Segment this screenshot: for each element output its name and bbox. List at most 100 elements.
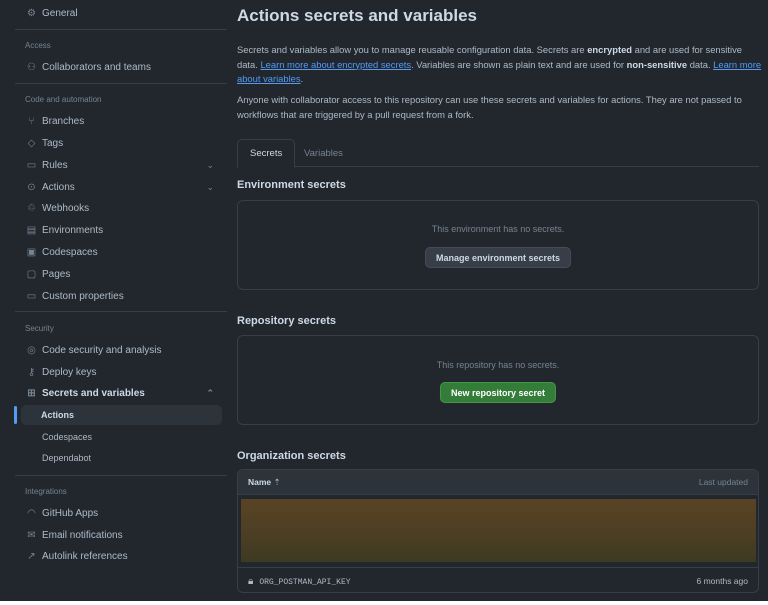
text-bold: encrypted (587, 44, 633, 55)
chevron-down-icon: ⌄ (206, 159, 214, 170)
label: Autolink references (42, 550, 128, 562)
environment-secrets-box: This environment has no secrets. Manage … (237, 200, 759, 290)
repository-secrets-box: This repository has no secrets. New repo… (237, 335, 759, 425)
chevron-down-icon: ⌄ (206, 181, 214, 192)
branch-icon: ⑂ (28, 115, 35, 127)
sidebar-item-general[interactable]: ⚙ General (14, 3, 222, 23)
apps-icon: ◠ (27, 507, 36, 519)
sidebar-item-actions[interactable]: ⊙ Actions ⌄ (14, 177, 222, 197)
tab-variables[interactable]: Variables (292, 139, 355, 167)
mail-icon: ✉ (27, 529, 36, 541)
server-icon: ▤ (26, 224, 37, 236)
section-header-security: Security (25, 324, 54, 333)
sidebar-item-collaborators[interactable]: ⚇ Collaborators and teams (14, 57, 222, 77)
section-header-integrations: Integrations (25, 487, 67, 496)
secret-name: ORG_POSTMAN_API_KEY (259, 577, 351, 587)
repository-secrets-heading: Repository secrets (237, 315, 337, 327)
sidebar-item-branches[interactable]: ⑂ Branches (14, 111, 222, 131)
codespaces-icon: ▣ (26, 246, 37, 258)
label: Branches (42, 115, 85, 127)
sidebar-item-pages[interactable]: ▢ Pages (14, 264, 222, 284)
sidebar-item-tags[interactable]: ◇ Tags (14, 133, 222, 153)
label: Actions (42, 181, 75, 193)
label: Collaborators and teams (42, 61, 151, 73)
environment-secrets-heading: Environment secrets (237, 179, 346, 191)
learn-secrets-link[interactable]: Learn more about encrypted secrets (260, 59, 411, 70)
divider (15, 83, 227, 84)
sidebar-item-autolink[interactable]: ↗ Autolink references (14, 546, 222, 566)
divider (15, 311, 227, 312)
sidebar-subitem-actions[interactable]: Actions (21, 405, 222, 425)
label: Custom properties (42, 290, 124, 302)
sidebar-item-github-apps[interactable]: ◠ GitHub Apps (14, 503, 222, 523)
manage-environment-secrets-button[interactable]: Manage environment secrets (424, 247, 572, 268)
label: Environments (42, 224, 104, 236)
asterisk-box-icon: ⊞ (27, 387, 36, 399)
sidebar-subitem-dependabot[interactable]: Dependabot (14, 448, 222, 468)
note-icon: ▭ (26, 290, 37, 302)
sidebar-item-codespaces[interactable]: ▣ Codespaces (14, 242, 222, 262)
sidebar-item-email[interactable]: ✉ Email notifications (14, 525, 222, 545)
label: Deploy keys (42, 366, 97, 378)
empty-message: This environment has no secrets. (431, 224, 565, 234)
column-last-updated: Last updated (698, 477, 748, 487)
divider (15, 475, 227, 476)
autolink-icon: ↗ (27, 550, 36, 562)
rules-icon: ▭ (26, 159, 37, 171)
section-header-code: Code and automation (25, 95, 102, 104)
play-icon: ⊙ (27, 181, 36, 193)
label: Email notifications (42, 529, 123, 541)
webhook-icon: ♲ (27, 202, 36, 214)
text-bold: non-sensitive (626, 58, 688, 70)
organization-secrets-heading: Organization secrets (237, 450, 346, 462)
label: Tags (42, 137, 64, 149)
sidebar-item-deploy-keys[interactable]: ⚷ Deploy keys (14, 362, 222, 382)
tab-secrets[interactable]: Secrets (237, 139, 296, 168)
table-header: Name ⇡ Last updated (238, 470, 758, 495)
sidebar-item-webhooks[interactable]: ♲ Webhooks (14, 198, 222, 218)
sidebar-item-custom-properties[interactable]: ▭ Custom properties (14, 286, 222, 306)
tag-icon: ◇ (27, 137, 36, 149)
people-icon: ⚇ (27, 61, 36, 73)
page-title: Actions secrets and variables (237, 6, 478, 25)
label: Codespaces (42, 246, 98, 258)
sidebar-item-rules[interactable]: ▭ Rules ⌄ (14, 155, 222, 175)
divider (15, 29, 227, 30)
sidebar-subitem-codespaces[interactable]: Codespaces (14, 427, 222, 447)
label: General (42, 7, 78, 19)
text: . Variables are shown as plain text and … (411, 58, 627, 70)
text: . (300, 73, 304, 85)
codescan-icon: ◎ (27, 344, 36, 356)
text: data. (687, 58, 714, 70)
section-header-access: Access (25, 41, 51, 50)
label: Code security and analysis (42, 344, 162, 356)
text: Secrets and variables allow you to manag… (237, 44, 588, 55)
label: Rules (42, 159, 68, 171)
label: Pages (42, 268, 71, 280)
last-updated: 6 months ago (696, 576, 748, 586)
new-repository-secret-button[interactable]: New repository secret (439, 382, 557, 403)
sidebar-item-code-security[interactable]: ◎ Code security and analysis (14, 340, 222, 360)
label: GitHub Apps (42, 507, 99, 519)
table-row: 🔒︎ ORG_POSTMAN_API_KEY 6 months ago (238, 567, 758, 592)
intro-paragraph: Secrets and variables allow you to manag… (237, 43, 762, 87)
lock-icon: 🔒︎ (248, 575, 254, 587)
browser-icon: ▢ (26, 268, 37, 280)
redacted-rows (241, 499, 756, 562)
organization-secrets-table: Name ⇡ Last updated 🔒︎ ORG_POSTMAN_API_KE… (237, 469, 759, 593)
settings-sidebar: ⚙ General Access ⚇ Collaborators and teams… (0, 0, 230, 601)
active-indicator (14, 406, 17, 424)
settings-page: ⚙ General Access ⚇ Collaborators and teams… (0, 0, 768, 601)
sort-ascending-icon: ⇡ (273, 476, 281, 487)
sort-by-name-button[interactable]: Name ⇡ (248, 477, 281, 488)
chevron-up-icon: ⌃ (206, 387, 214, 398)
gear-icon: ⚙ (27, 7, 36, 19)
empty-message: This repository has no secrets. (436, 360, 560, 370)
key-icon: ⚷ (27, 366, 36, 378)
sidebar-item-secrets-variables[interactable]: ⊞ Secrets and variables ⌃ (14, 383, 222, 403)
label: Secrets and variables (42, 387, 145, 399)
access-paragraph: Anyone with collaborator access to this … (237, 94, 742, 120)
tab-bar: Secrets Variables (237, 139, 759, 168)
sidebar-item-environments[interactable]: ▤ Environments (14, 220, 222, 240)
column-name: Name (248, 476, 272, 487)
